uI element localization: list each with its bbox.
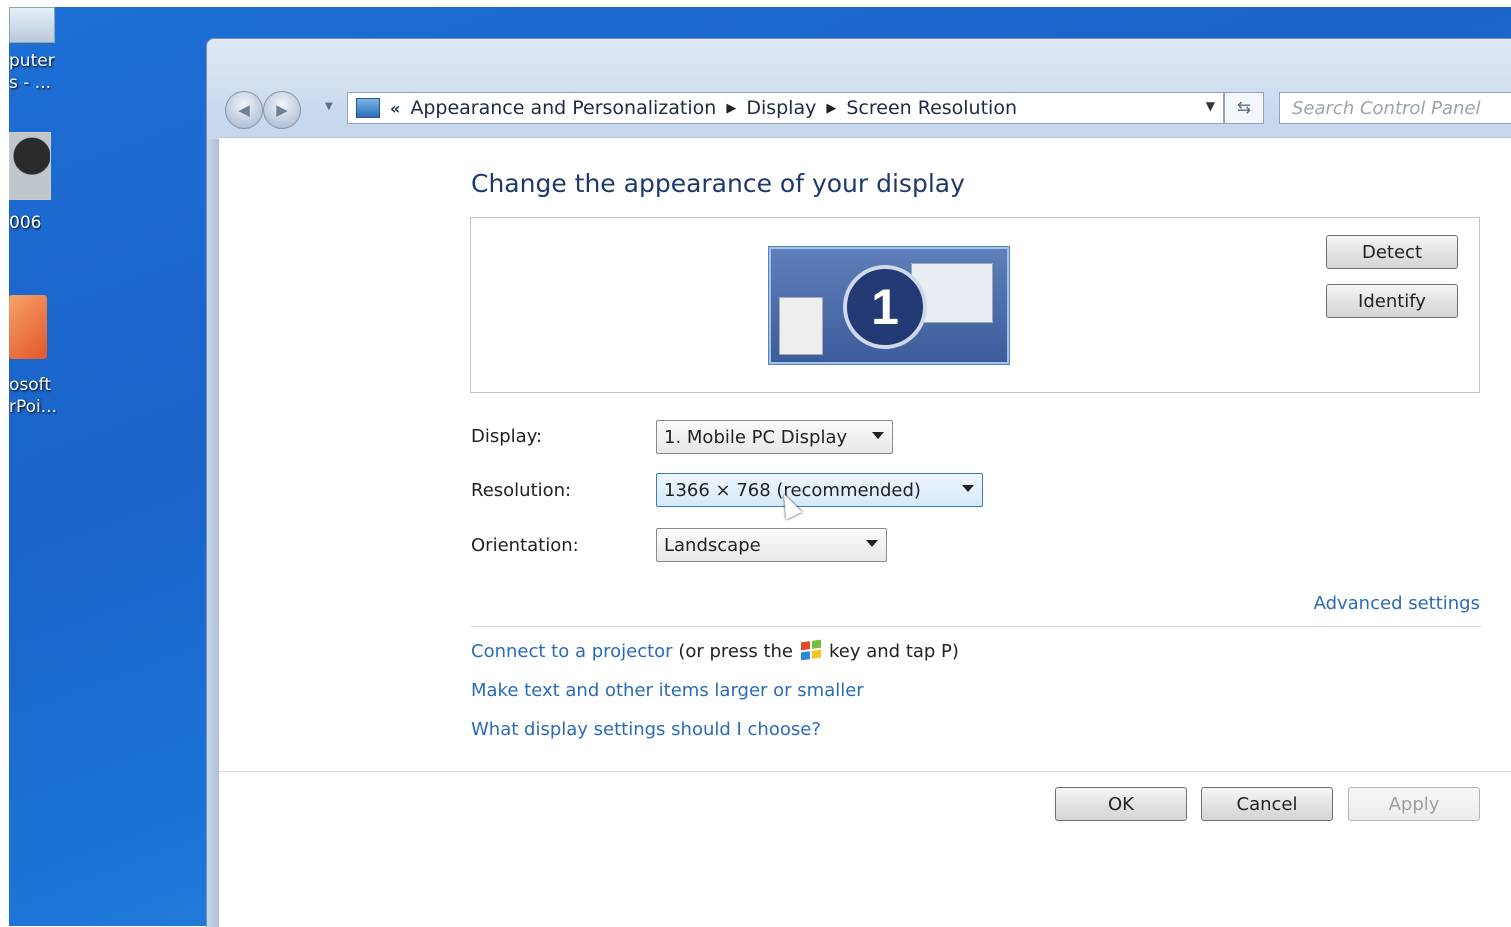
desktop-icon-label: osoft — [9, 375, 52, 395]
display-settings-help-link[interactable]: What display settings should I choose? — [471, 719, 821, 740]
orientation-select-value: Landscape — [664, 534, 761, 556]
display-select-value: 1. Mobile PC Display — [664, 426, 848, 448]
window-frame — [207, 139, 219, 927]
back-arrow-icon: ◀ — [238, 101, 250, 119]
breadcrumb-separator-icon[interactable]: ▶ — [726, 101, 736, 116]
breadcrumb-item-appearance[interactable]: Appearance and Personalization — [410, 97, 716, 119]
text-size-link[interactable]: Make text and other items larger or smal… — [471, 680, 864, 701]
computer-icon — [9, 7, 55, 43]
orientation-label: Orientation: — [471, 535, 579, 556]
breadcrumb-overflow[interactable]: « — [390, 99, 400, 118]
projector-hint-text: (or press the — [678, 641, 793, 662]
identify-button[interactable]: Identify — [1326, 284, 1458, 318]
user-photo-icon — [9, 132, 51, 200]
back-button[interactable]: ◀ — [225, 91, 263, 129]
resolution-label: Resolution: — [471, 480, 572, 501]
refresh-icon: ⇆ — [1236, 98, 1252, 118]
control-panel-icon — [356, 98, 380, 118]
ok-button[interactable]: OK — [1055, 787, 1187, 821]
divider — [471, 626, 1481, 627]
refresh-button[interactable]: ⇆ — [1224, 92, 1264, 124]
chevron-down-icon — [866, 540, 878, 547]
resolution-select[interactable]: 1366 × 768 (recommended) — [656, 473, 983, 507]
detect-button[interactable]: Detect — [1326, 235, 1458, 269]
chevron-down-icon — [872, 432, 884, 439]
display-select[interactable]: 1. Mobile PC Display — [656, 420, 893, 454]
breadcrumb-separator-icon[interactable]: ▶ — [826, 101, 836, 116]
search-input[interactable] — [1279, 92, 1511, 124]
display-label: Display: — [471, 426, 543, 447]
monitor-tile[interactable]: 1 — [769, 247, 1009, 364]
address-dropdown-icon[interactable]: ▼ — [1206, 99, 1215, 113]
divider — [219, 771, 1511, 772]
windows-key-icon — [801, 639, 821, 661]
recent-pages-dropdown-icon[interactable]: ▼ — [325, 101, 333, 112]
apply-button[interactable]: Apply — [1348, 787, 1480, 821]
chevron-down-icon — [962, 485, 974, 492]
monitor-number: 1 — [843, 265, 927, 349]
projector-line: Connect to a projector (or press the key … — [471, 639, 959, 662]
breadcrumb-item-screen-resolution[interactable]: Screen Resolution — [846, 97, 1017, 119]
desktop-icon-label: s - ... — [9, 73, 52, 93]
powerpoint-icon — [9, 295, 47, 359]
connect-projector-link[interactable]: Connect to a projector — [471, 641, 673, 662]
page-title: Change the appearance of your display — [471, 169, 965, 198]
desktop-icon-label: 006 — [9, 213, 42, 233]
monitor-preview-window — [779, 297, 823, 355]
advanced-settings-link[interactable]: Advanced settings — [1314, 593, 1480, 614]
address-bar[interactable]: « Appearance and Personalization ▶ Displ… — [347, 92, 1224, 124]
forward-button[interactable]: ▶ — [263, 91, 301, 129]
screen-resolution-window: ◀ ▶ ▼ « Appearance and Personalization ▶… — [206, 38, 1511, 927]
breadcrumb-item-display[interactable]: Display — [746, 97, 816, 119]
forward-arrow-icon: ▶ — [276, 101, 288, 119]
desktop-icon-label: rPoi... — [9, 397, 57, 417]
projector-hint-text: key and tap P) — [829, 641, 959, 662]
desktop-icon-label: puter — [9, 51, 55, 71]
orientation-select[interactable]: Landscape — [656, 528, 887, 562]
cancel-button[interactable]: Cancel — [1201, 787, 1333, 821]
content-panel: Change the appearance of your display 1 … — [219, 137, 1511, 927]
